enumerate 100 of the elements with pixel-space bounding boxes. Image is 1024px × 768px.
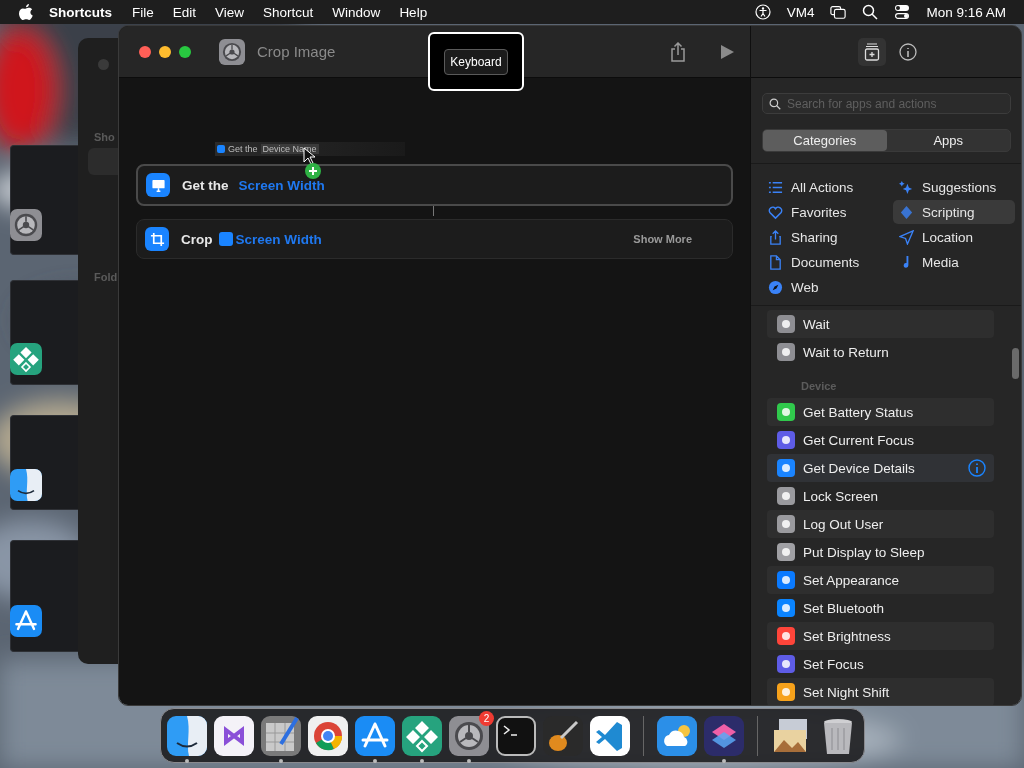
category-item[interactable]: Media xyxy=(893,250,1015,274)
arrow-icon xyxy=(899,229,914,245)
window-thumbnail[interactable] xyxy=(10,540,78,652)
category-item[interactable]: Sharing xyxy=(762,225,893,249)
accessibility-icon[interactable] xyxy=(754,4,771,20)
action-name: Set Night Shift xyxy=(803,684,890,700)
two-tone-square-icon[interactable] xyxy=(10,469,42,501)
action-card[interactable]: Get the Screen Width xyxy=(136,164,733,206)
menu-item[interactable]: Window xyxy=(332,4,381,20)
menu-item[interactable]: Shortcut xyxy=(263,4,314,20)
variable-token[interactable]: Screen Width xyxy=(238,177,325,193)
sparkle-icon xyxy=(899,179,914,195)
window-thumbnail[interactable] xyxy=(10,280,78,385)
action-name: Wait to Return xyxy=(803,344,889,360)
gear-icon[interactable] xyxy=(219,38,245,65)
window-thumbnail[interactable] xyxy=(10,415,78,510)
pen-grid-icon[interactable] xyxy=(261,715,301,756)
gear-icon[interactable] xyxy=(10,209,42,241)
heart-icon xyxy=(768,204,783,220)
clock[interactable]: Mon 9:16 AM xyxy=(926,4,1006,20)
action-card[interactable]: Crop Screen Width Show More xyxy=(136,219,733,259)
action-name: Get Battery Status xyxy=(803,404,914,420)
ring-icon[interactable] xyxy=(308,715,348,756)
cloud-icon[interactable] xyxy=(657,715,697,756)
action-row[interactable]: Put Display to Sleep xyxy=(767,538,994,566)
minimize-button[interactable] xyxy=(159,45,171,58)
category-label: Documents xyxy=(791,254,860,270)
action-name: Get Current Focus xyxy=(803,432,915,448)
category-label: Favorites xyxy=(791,204,847,220)
library-add-icon xyxy=(864,42,880,61)
layers-icon[interactable] xyxy=(704,715,744,756)
action-name: Log Out User xyxy=(803,516,884,532)
action-row[interactable]: Get Battery Status xyxy=(767,398,994,426)
action-row[interactable]: Wait xyxy=(767,310,994,338)
zoom-button[interactable] xyxy=(179,45,191,58)
action-name: Wait xyxy=(803,316,830,332)
action-name: Set Bluetooth xyxy=(803,600,885,616)
segment-tab[interactable]: Apps xyxy=(886,130,1010,151)
action-row[interactable]: Get Device Details xyxy=(767,454,994,482)
action-label: Crop xyxy=(181,231,213,247)
action-row[interactable]: Lock Screen xyxy=(767,482,994,510)
action-row[interactable]: Set Brightness xyxy=(767,622,994,650)
window-thumbnail[interactable] xyxy=(10,145,78,255)
share-icon xyxy=(768,229,783,245)
category-item[interactable]: Favorites xyxy=(762,200,893,224)
terminal-icon[interactable] xyxy=(496,715,536,756)
category-item[interactable]: All Actions xyxy=(762,175,893,199)
info-icon[interactable] xyxy=(899,42,917,61)
action-row[interactable]: Log Out User xyxy=(767,510,994,538)
category-item[interactable]: Suggestions xyxy=(893,175,1015,199)
search-icon[interactable] xyxy=(862,4,879,20)
variable-token[interactable]: Screen Width xyxy=(218,231,322,247)
action-row[interactable]: Set Night Shift xyxy=(767,678,994,705)
play-icon[interactable] xyxy=(720,43,734,60)
action-name: Set Appearance xyxy=(803,572,900,588)
action-row[interactable]: Get Current Focus xyxy=(767,426,994,454)
category-label: Suggestions xyxy=(922,179,997,195)
share-icon[interactable] xyxy=(670,41,686,62)
show-more-link[interactable]: Show More xyxy=(633,233,692,245)
action-row[interactable]: Wait to Return xyxy=(767,338,994,366)
windows-icon[interactable] xyxy=(830,4,847,20)
menu-app-name[interactable]: Shortcuts xyxy=(49,4,112,20)
action-name: Set Brightness xyxy=(803,628,891,644)
two-tone-square-icon[interactable] xyxy=(167,715,207,756)
action-name: Put Display to Sleep xyxy=(803,544,925,560)
category-label: Location xyxy=(922,229,974,245)
info-icon[interactable] xyxy=(968,459,986,477)
action-row[interactable]: Set Appearance xyxy=(767,566,994,594)
toggles-icon[interactable] xyxy=(894,4,911,20)
compass-icon xyxy=(768,279,783,295)
action-row[interactable]: Set Bluetooth xyxy=(767,594,994,622)
gear-icon[interactable] xyxy=(449,715,489,756)
action-row[interactable]: Set Focus xyxy=(767,650,994,678)
menu-item[interactable]: Help xyxy=(399,4,428,20)
add-library-button[interactable] xyxy=(858,37,886,66)
list-icon xyxy=(768,179,783,195)
category-item[interactable]: Scripting xyxy=(893,200,1015,224)
menu-item[interactable]: View xyxy=(215,4,245,20)
a-glyph-icon[interactable] xyxy=(10,605,42,637)
segment-tab[interactable]: Categories xyxy=(763,130,887,151)
category-label: Media xyxy=(922,254,959,270)
ribbon-icon[interactable] xyxy=(590,715,630,756)
scrollbar[interactable] xyxy=(1012,348,1019,379)
apple-icon[interactable] xyxy=(19,4,33,20)
category-item[interactable]: Location xyxy=(893,225,1015,249)
category-label: Web xyxy=(791,279,819,295)
bowtie-icon[interactable] xyxy=(214,715,254,756)
category-item[interactable]: Documents xyxy=(762,250,893,274)
status-item[interactable]: VM4 xyxy=(786,4,815,20)
drag-preview-text: Get the xyxy=(228,144,258,154)
menu-item[interactable]: Edit xyxy=(172,4,197,20)
close-button[interactable] xyxy=(139,45,151,58)
crop-icon xyxy=(145,227,169,251)
a-glyph-icon[interactable] xyxy=(355,715,395,756)
document-icon xyxy=(768,254,783,270)
window-title: Crop Image xyxy=(257,43,336,60)
category-item[interactable]: Web xyxy=(762,275,893,299)
menu-item[interactable]: File xyxy=(132,4,154,20)
category-label: Sharing xyxy=(791,229,838,245)
action-label: Get the xyxy=(182,177,229,193)
